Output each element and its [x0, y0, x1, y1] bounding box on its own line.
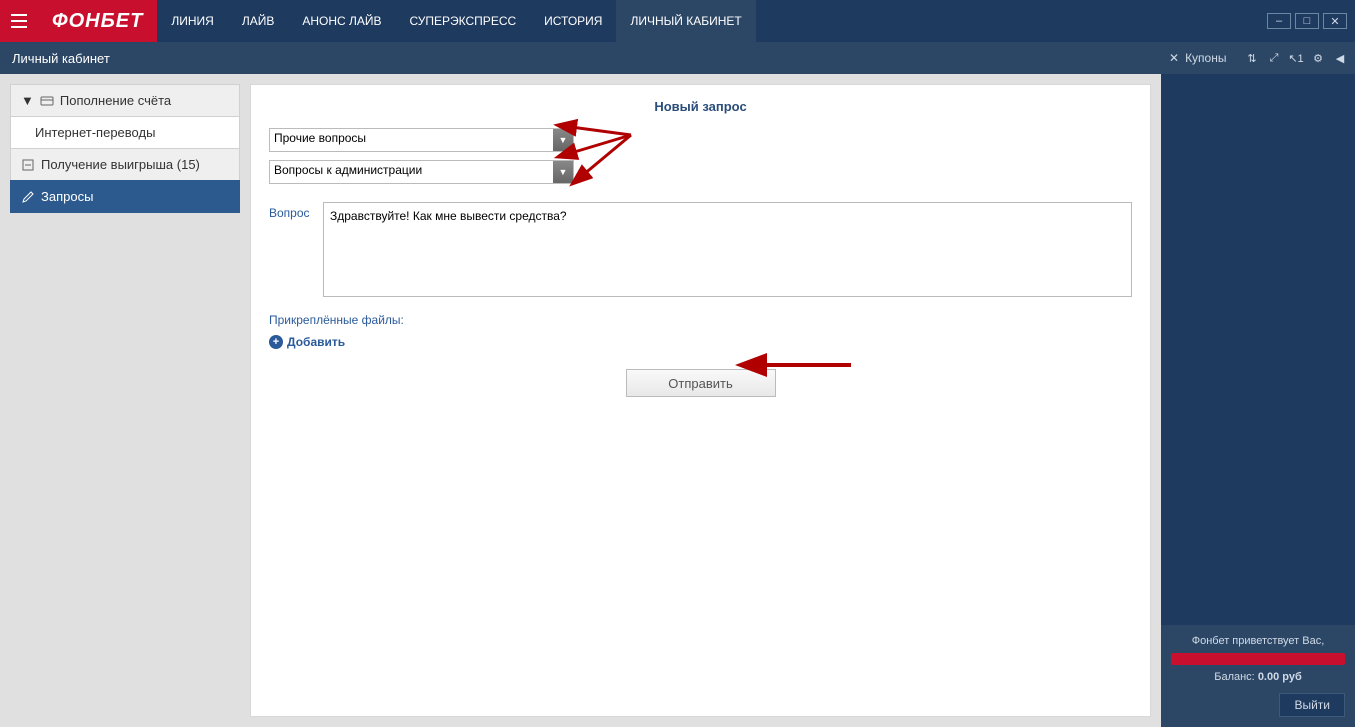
- gear-icon[interactable]: ⚙: [1311, 51, 1325, 65]
- page-title: Личный кабинет: [12, 51, 110, 66]
- coupons-header: ✕ Купоны ⇅ ⤢ ↖1 ⚙ ◀: [1161, 42, 1355, 74]
- credit-card-icon: [40, 94, 54, 108]
- main-nav: ЛИНИЯ ЛАЙВ АНОНС ЛАЙВ СУПЕРЭКСПРЕСС ИСТО…: [157, 0, 755, 42]
- dropdown-arrow-icon: ▼: [553, 129, 573, 151]
- balance-value: 0.00 руб: [1258, 671, 1302, 683]
- hamburger-icon: [9, 11, 29, 31]
- sidebar-item-deposit[interactable]: ▼ Пополнение счёта: [10, 84, 240, 117]
- sidebar-item-payout[interactable]: Получение выигрыша (15): [10, 148, 240, 181]
- attachments-label: Прикреплённые файлы:: [269, 313, 1132, 327]
- sidebar-item-internet-transfers[interactable]: Интернет-переводы: [10, 116, 240, 149]
- balance-label: Баланс:: [1214, 671, 1255, 683]
- payout-icon: [21, 158, 35, 172]
- maximize-button[interactable]: □: [1295, 13, 1319, 29]
- subcategory-select[interactable]: Вопросы к администрации ▼: [269, 160, 574, 184]
- coupons-body: [1161, 74, 1355, 625]
- top-bar: ФОНБЕТ ЛИНИЯ ЛАЙВ АНОНС ЛАЙВ СУПЕРЭКСПРЕ…: [0, 0, 1355, 42]
- nav-item-account[interactable]: ЛИЧНЫЙ КАБИНЕТ: [616, 0, 755, 42]
- submit-button[interactable]: Отправить: [626, 369, 776, 397]
- sidebar-item-label: Пополнение счёта: [60, 93, 171, 108]
- sidebar-item-label: Запросы: [41, 189, 93, 204]
- sidebar-item-requests[interactable]: Запросы: [10, 180, 240, 213]
- right-panel: ✕ Купоны ⇅ ⤢ ↖1 ⚙ ◀ Фонбет приветствует …: [1161, 42, 1355, 727]
- sub-header: Личный кабинет Закрыть: [0, 42, 1355, 74]
- coupons-label: Купоны: [1185, 51, 1226, 65]
- nav-item-superexpress[interactable]: СУПЕРЭКСПРЕСС: [396, 0, 531, 42]
- category-select[interactable]: Прочие вопросы ▼: [269, 128, 574, 152]
- logout-button[interactable]: Выйти: [1279, 693, 1345, 717]
- content-panel: Новый запрос Прочие вопросы ▼ Вопросы к …: [250, 84, 1151, 717]
- username-redacted: [1171, 653, 1345, 665]
- nav-item-history[interactable]: ИСТОРИЯ: [530, 0, 616, 42]
- form-title: Новый запрос: [269, 99, 1132, 114]
- balance-line: Баланс: 0.00 руб: [1171, 671, 1345, 683]
- workspace: ▼ Пополнение счёта Интернет-переводы Пол…: [0, 74, 1161, 727]
- sidebar-item-label: Получение выигрыша (15): [41, 157, 200, 172]
- add-attachment-button[interactable]: + Добавить: [269, 335, 1132, 349]
- nav-item-line[interactable]: ЛИНИЯ: [157, 0, 227, 42]
- brand-logo[interactable]: ФОНБЕТ: [38, 0, 157, 42]
- nav-item-live[interactable]: ЛАЙВ: [228, 0, 289, 42]
- select-value: Вопросы к администрации: [274, 163, 422, 177]
- sort-icon[interactable]: ⇅: [1245, 51, 1259, 65]
- window-controls: – □ ✕: [1267, 0, 1355, 42]
- close-coupons-button[interactable]: ✕: [1169, 51, 1179, 65]
- greeting-text: Фонбет приветствует Вас,: [1171, 635, 1345, 647]
- account-footer: Фонбет приветствует Вас, Баланс: 0.00 ру…: [1161, 625, 1355, 727]
- question-textarea[interactable]: [323, 202, 1132, 297]
- collapse-icon[interactable]: ◀: [1333, 51, 1347, 65]
- question-label: Вопрос: [269, 202, 313, 220]
- select-value: Прочие вопросы: [274, 131, 366, 145]
- minimize-button[interactable]: –: [1267, 13, 1291, 29]
- sidebar-item-label: Интернет-переводы: [35, 125, 155, 140]
- edit-icon: [21, 190, 35, 204]
- dropdown-arrow-icon: ▼: [553, 161, 573, 183]
- pin-icon[interactable]: ↖1: [1289, 51, 1303, 65]
- sidebar: ▼ Пополнение счёта Интернет-переводы Пол…: [10, 84, 240, 717]
- hamburger-menu-button[interactable]: [0, 0, 38, 42]
- nav-item-live-preview[interactable]: АНОНС ЛАЙВ: [288, 0, 395, 42]
- expand-icon[interactable]: ⤢: [1267, 51, 1281, 65]
- plus-circle-icon: +: [269, 335, 283, 349]
- chevron-down-icon: ▼: [21, 93, 34, 108]
- close-window-button[interactable]: ✕: [1323, 13, 1347, 29]
- add-label: Добавить: [287, 335, 345, 349]
